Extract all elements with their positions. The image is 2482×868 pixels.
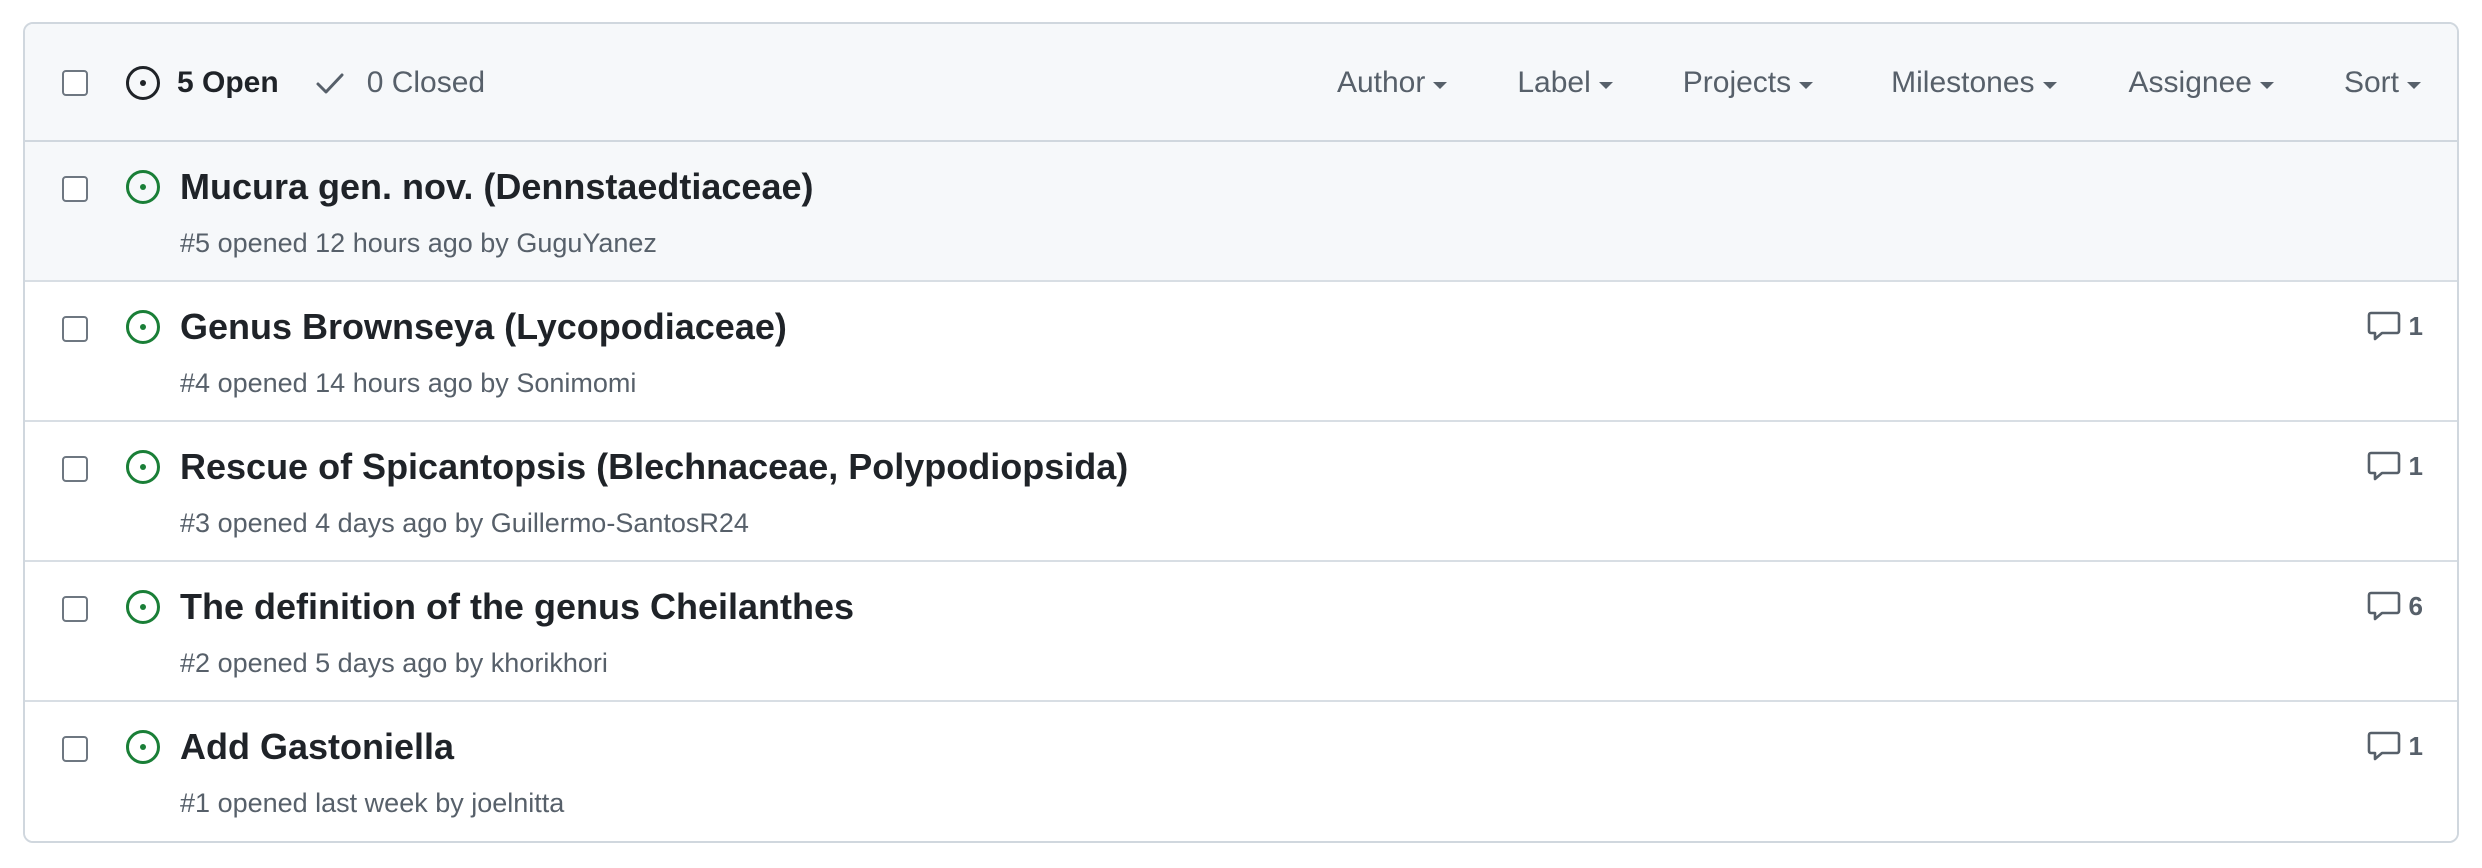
comment-count: 1: [2408, 450, 2423, 481]
issue-number: #1: [180, 788, 211, 818]
caret-down-icon: [1799, 81, 1814, 89]
issue-opened-text: opened 12 hours ago by: [217, 228, 509, 258]
comments-link[interactable]: 1: [2367, 310, 2423, 342]
issue-row: Mucura gen. nov. (Dennstaedtiaceae) #5 o…: [25, 142, 2457, 282]
issue-checkbox[interactable]: [62, 316, 88, 342]
issue-row: The definition of the genus Cheilanthes …: [25, 562, 2457, 702]
issue-number: #4: [180, 368, 211, 398]
issue-opened-icon: [126, 730, 160, 764]
issue-opened-icon: [126, 590, 160, 624]
projects-filter[interactable]: Projects: [1682, 66, 1814, 100]
issue-meta: #5 opened 12 hours ago by GuguYanez: [180, 228, 657, 259]
label-filter-label: Label: [1517, 66, 1591, 99]
issues-list-header: 5 Open 0 Closed Author Label Projects Mi…: [25, 24, 2457, 142]
comment-count: 1: [2408, 310, 2423, 341]
comment-icon: [2367, 591, 2400, 621]
comment-count: 6: [2408, 590, 2423, 621]
issue-opened-icon: [126, 170, 160, 204]
issue-author-link[interactable]: khorikhori: [491, 648, 608, 678]
issue-meta: #1 opened last week by joelnitta: [180, 788, 564, 819]
issue-opened-icon: [126, 450, 160, 484]
milestones-filter[interactable]: Milestones: [1891, 66, 2057, 100]
issue-checkbox[interactable]: [62, 596, 88, 622]
issue-meta: #4 opened 14 hours ago by Sonimomi: [180, 368, 636, 399]
caret-down-icon: [2407, 81, 2421, 89]
select-all-checkbox[interactable]: [62, 70, 88, 96]
closed-issues-toggle[interactable]: 0 Closed: [315, 66, 485, 100]
issue-row: Genus Brownseya (Lycopodiaceae) #4 opene…: [25, 282, 2457, 422]
author-filter[interactable]: Author: [1336, 66, 1448, 100]
caret-down-icon: [2259, 81, 2274, 89]
issue-title-link[interactable]: Genus Brownseya (Lycopodiaceae): [180, 306, 787, 348]
issue-author-link[interactable]: GuguYanez: [516, 228, 657, 258]
issue-number: #2: [180, 648, 211, 678]
issue-meta: #3 opened 4 days ago by Guillermo-Santos…: [180, 508, 749, 539]
author-filter-label: Author: [1336, 66, 1426, 99]
issue-opened-text: opened 14 hours ago by: [217, 368, 509, 398]
issue-author-link[interactable]: joelnitta: [471, 788, 564, 818]
issue-title-link[interactable]: Rescue of Spicantopsis (Blechnaceae, Pol…: [180, 446, 1128, 488]
assignee-filter[interactable]: Assignee: [2129, 66, 2274, 100]
check-icon: [316, 73, 344, 94]
comments-link[interactable]: 1: [2367, 730, 2423, 762]
projects-filter-label: Projects: [1682, 66, 1792, 99]
filter-bar: Author Label Projects Milestones Assigne…: [1337, 24, 2457, 142]
issue-author-link[interactable]: Guillermo-SantosR24: [491, 508, 749, 538]
comments-link[interactable]: 1: [2367, 450, 2423, 482]
issues-list: 5 Open 0 Closed Author Label Projects Mi…: [23, 22, 2459, 843]
comment-icon: [2367, 731, 2400, 761]
issue-title-link[interactable]: Mucura gen. nov. (Dennstaedtiaceae): [180, 166, 813, 208]
issue-title-link[interactable]: The definition of the genus Cheilanthes: [180, 586, 854, 628]
issue-title-link[interactable]: Add Gastoniella: [180, 726, 454, 768]
comments-link[interactable]: 6: [2367, 590, 2423, 622]
issue-opened-icon: [126, 66, 160, 100]
issue-checkbox[interactable]: [62, 736, 88, 762]
open-count-label: 5 Open: [177, 66, 279, 99]
open-issues-toggle[interactable]: 5 Open: [125, 65, 279, 101]
caret-down-icon: [1433, 81, 1448, 89]
sort-filter-label: Sort: [2343, 66, 2399, 99]
issue-opened-text: opened 4 days ago by: [217, 508, 484, 538]
issue-number: #5: [180, 228, 211, 258]
sort-filter[interactable]: Sort: [2344, 66, 2421, 100]
caret-down-icon: [2042, 81, 2057, 89]
issue-row: Add Gastoniella #1 opened last week by j…: [25, 702, 2457, 841]
comment-icon: [2367, 311, 2400, 341]
assignee-filter-label: Assignee: [2128, 66, 2252, 99]
issue-meta: #2 opened 5 days ago by khorikhori: [180, 648, 608, 679]
label-filter[interactable]: Label: [1517, 66, 1613, 100]
comment-icon: [2367, 451, 2400, 481]
comment-count: 1: [2408, 730, 2423, 761]
issue-opened-text: opened 5 days ago by: [217, 648, 484, 678]
closed-count-label: 0 Closed: [366, 66, 486, 99]
issue-author-link[interactable]: Sonimomi: [516, 368, 636, 398]
issue-checkbox[interactable]: [62, 456, 88, 482]
caret-down-icon: [1598, 81, 1613, 89]
issue-number: #3: [180, 508, 211, 538]
issue-opened-icon: [126, 310, 160, 344]
issue-checkbox[interactable]: [62, 176, 88, 202]
state-toggle: 5 Open 0 Closed: [125, 24, 485, 142]
milestones-filter-label: Milestones: [1891, 66, 2035, 99]
issue-opened-text: opened last week by: [217, 788, 464, 818]
issue-row: Rescue of Spicantopsis (Blechnaceae, Pol…: [25, 422, 2457, 562]
